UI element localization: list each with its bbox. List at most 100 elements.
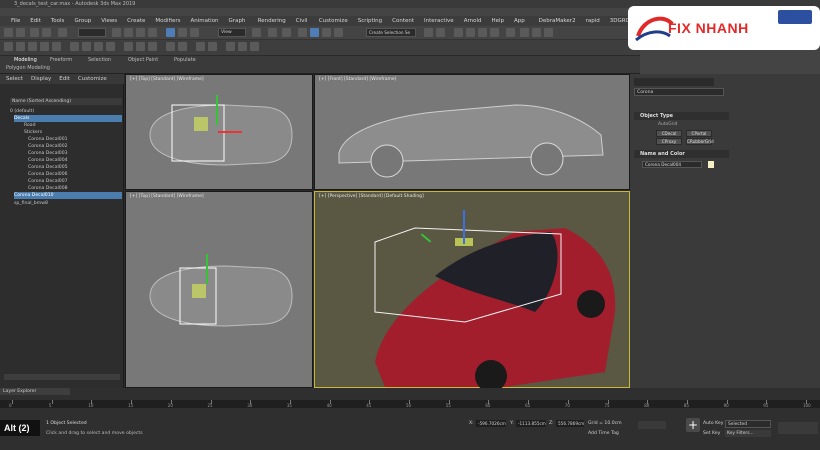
scene-explorer-toggle-icon[interactable] (454, 28, 463, 37)
menu-views[interactable]: Views (96, 16, 122, 26)
corona-material-icon[interactable] (196, 42, 205, 51)
tree-item[interactable]: Corona Decal003 (28, 150, 68, 157)
menu-create[interactable]: Create (122, 16, 150, 26)
tree-item[interactable]: Corona Decal007 (28, 178, 68, 185)
cproxy-button[interactable]: CProxy (656, 138, 682, 145)
sphere-icon[interactable] (82, 42, 91, 51)
angle-snap-icon[interactable] (310, 28, 319, 37)
tree-item[interactable]: sp_final_bmw8 (14, 200, 48, 207)
rollout-header[interactable]: Object Type (634, 112, 729, 120)
tree-item[interactable]: Decals (14, 115, 122, 122)
viewport-navigation-controls[interactable] (778, 422, 818, 434)
object-category-dropdown[interactable]: Corona (634, 88, 724, 96)
tree-item-selected[interactable]: Corona Decal010 (14, 192, 122, 199)
z-coordinate-field[interactable]: 556.7869cm (556, 420, 584, 427)
snaps-toggle-icon[interactable] (298, 28, 307, 37)
corona-proxy-icon[interactable] (148, 42, 157, 51)
y-coordinate-field[interactable]: -1113.855cm (516, 420, 546, 427)
scene-menu-display[interactable]: Display (31, 74, 51, 84)
align-icon[interactable] (436, 28, 445, 37)
ribbon-subtab-polygon-modeling[interactable]: Polygon Modeling (6, 65, 50, 71)
gizmo-z-axis[interactable] (463, 210, 465, 244)
set-key-plus-icon[interactable]: + (686, 418, 700, 432)
menu-tools[interactable]: Tools (46, 16, 70, 26)
schematic-view-icon[interactable] (490, 28, 499, 37)
render-setup-icon[interactable] (520, 28, 529, 37)
timeline[interactable]: 0 5 10 15 20 25 30 35 40 45 50 55 60 65 70 75 80 85 90 95 10… (0, 400, 820, 408)
cdecal-button[interactable]: CDecal (656, 130, 682, 137)
menu-group[interactable]: Group (69, 16, 96, 26)
rendered-frame-window-icon[interactable] (532, 28, 541, 37)
tree-item[interactable]: Corona Decal005 (28, 164, 68, 171)
menu-app-store[interactable]: App Store (509, 16, 534, 34)
menu-debramaker[interactable]: DebraMaker2 (534, 16, 581, 26)
menu-arnold[interactable]: Arnold (459, 16, 487, 26)
ungroup-icon[interactable] (28, 42, 37, 51)
viewport-perspective[interactable]: [+] [Perspective] [Standard] [Default Sh… (314, 191, 630, 389)
column-header-name[interactable]: Name (Sorted Ascending) (10, 98, 122, 105)
menu-scripting[interactable]: Scripting (353, 16, 387, 26)
plane-icon[interactable] (106, 42, 115, 51)
menu-file[interactable]: File (6, 16, 25, 26)
detach-icon[interactable] (52, 42, 61, 51)
viewport-top[interactable]: [+] [Top] [Standard] [Wireframe] (125, 74, 313, 190)
corona-camera-icon[interactable] (136, 42, 145, 51)
region-select-icon[interactable] (136, 28, 145, 37)
menu-help[interactable]: Help (487, 16, 510, 26)
mirror-icon[interactable] (424, 28, 433, 37)
render-production-icon[interactable] (544, 28, 553, 37)
x-coordinate-field[interactable]: -596.7026cm (476, 420, 506, 427)
corona-decal-icon[interactable] (208, 42, 217, 51)
tree-item[interactable]: Corona Decal008 (28, 185, 68, 192)
curve-editor-icon[interactable] (478, 28, 487, 37)
ribbon-tab-freeform[interactable]: Freeform (50, 57, 72, 63)
reference-coordinate-dropdown[interactable]: View (218, 28, 246, 37)
menu-civil-view[interactable]: Civil View (291, 16, 314, 34)
menu-content[interactable]: Content (387, 16, 419, 26)
menu-edit[interactable]: Edit (25, 16, 46, 26)
scene-menu-customize[interactable]: Customize (78, 74, 107, 84)
scatter-icon[interactable] (226, 42, 235, 51)
object-color-swatch[interactable] (708, 161, 714, 168)
filter-dropdown[interactable] (78, 28, 106, 37)
menu-modifiers[interactable]: Modifiers (150, 16, 185, 26)
viewport-left[interactable]: [+] [Top] [Standard] [Wireframe] (125, 191, 313, 388)
gizmo-y-axis[interactable] (216, 95, 218, 125)
scene-explorer-scrollbar[interactable] (4, 374, 120, 380)
pivot-icon[interactable] (252, 28, 261, 37)
key-filters-button[interactable]: Key Filters... (725, 430, 771, 437)
scene-menu-select[interactable]: Select (6, 74, 23, 84)
ribbon-tab-object-paint[interactable]: Object Paint (128, 57, 158, 63)
tree-item[interactable]: Corona Decal006 (28, 171, 68, 178)
auto-key-button[interactable]: Auto Key (703, 421, 723, 426)
ribbon-tab-populate[interactable]: Populate (174, 57, 196, 63)
box-icon[interactable] (70, 42, 79, 51)
tree-item[interactable]: 0 (default) (10, 108, 34, 115)
scale-icon[interactable] (190, 28, 199, 37)
scene-menu-edit[interactable]: Edit (59, 74, 70, 84)
object-name-field[interactable]: Corona Decal004 (642, 161, 702, 168)
playback-controls[interactable] (638, 421, 666, 429)
railclone-icon[interactable] (238, 42, 247, 51)
gizmo-y-axis[interactable] (206, 254, 208, 284)
menu-graph-editors[interactable]: Graph Editors (224, 16, 253, 34)
undo-icon[interactable] (4, 28, 13, 37)
add-time-tag[interactable]: Add Time Tag (588, 431, 619, 436)
menu-rapid-tools[interactable]: rapid Tools (581, 16, 605, 34)
autogrid-checkbox[interactable]: AutoGrid (658, 122, 677, 127)
forest-pack-icon[interactable] (250, 42, 259, 51)
layer-explorer-toggle-icon[interactable] (466, 28, 475, 37)
redo-icon[interactable] (16, 28, 25, 37)
viewport-front[interactable]: [+] [Front] [Standard] [Wireframe] (314, 74, 630, 190)
manipulate-icon[interactable] (268, 28, 277, 37)
ribbon-tab-selection[interactable]: Selection (88, 57, 111, 63)
spinner-snap-icon[interactable] (334, 28, 343, 37)
set-key-button[interactable]: Set Key (703, 431, 720, 436)
tree-item[interactable]: Stickers (24, 129, 42, 136)
select-icon[interactable] (112, 28, 121, 37)
keyboard-shortcut-icon[interactable] (282, 28, 291, 37)
window-crossing-icon[interactable] (148, 28, 157, 37)
move-icon[interactable] (166, 28, 175, 37)
menu-animation[interactable]: Animation (186, 16, 224, 26)
menu-interactive[interactable]: Interactive (419, 16, 459, 26)
